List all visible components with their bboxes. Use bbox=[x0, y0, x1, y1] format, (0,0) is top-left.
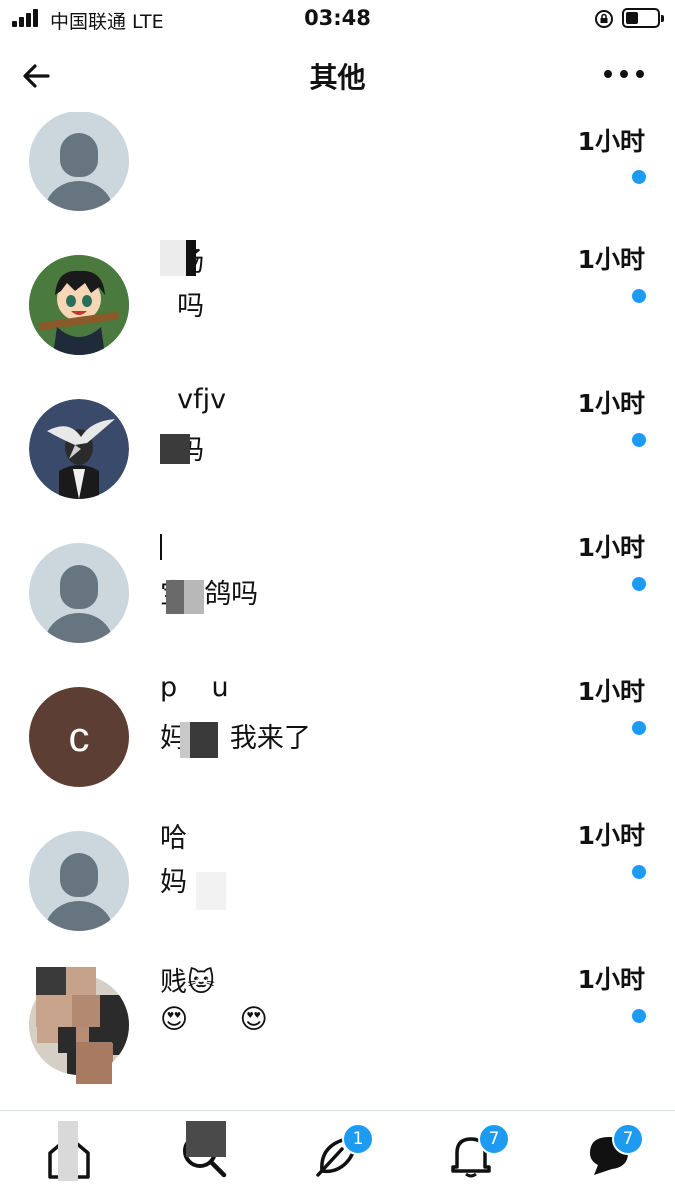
unread-dot bbox=[632, 1009, 646, 1023]
conversation-row[interactable]: 贱🐱 😍 😍 1小时 bbox=[0, 930, 675, 1084]
status-time: 03:48 bbox=[304, 6, 371, 30]
conversation-row[interactable]: 宝 鸽吗 1小时 bbox=[0, 498, 675, 643]
tab-messages[interactable]: 7 bbox=[584, 1123, 644, 1179]
conversation-row[interactable]: c p u 妈 我来了 1小时 bbox=[0, 642, 675, 787]
unread-dot bbox=[632, 289, 646, 303]
conversation-row[interactable]: 1小时 bbox=[0, 112, 675, 211]
spaces-badge: 1 bbox=[342, 1123, 374, 1155]
unread-dot bbox=[632, 577, 646, 591]
redaction-block bbox=[76, 1042, 112, 1084]
redaction-block bbox=[160, 240, 186, 276]
conversation-time: 1小时 bbox=[577, 533, 645, 562]
redaction-block bbox=[36, 967, 66, 995]
redaction-block bbox=[66, 967, 96, 995]
conversation-name: p u bbox=[160, 672, 229, 703]
unread-dot bbox=[632, 433, 646, 447]
avatar[interactable] bbox=[29, 831, 129, 931]
conversation-row[interactable]: 哈 妈 1小时 bbox=[0, 786, 675, 931]
unread-dot bbox=[632, 865, 646, 879]
conversation-preview: 吗 bbox=[160, 291, 205, 322]
tab-notifications[interactable]: 7 bbox=[446, 1123, 510, 1179]
avatar[interactable] bbox=[29, 543, 129, 643]
redaction-block bbox=[196, 872, 226, 910]
conversation-time: 1小时 bbox=[577, 127, 645, 156]
redaction-block bbox=[186, 240, 196, 276]
conversation-preview: 😍 😍 bbox=[160, 1004, 268, 1035]
tab-spaces[interactable]: 1 bbox=[312, 1123, 374, 1179]
unread-dot bbox=[632, 721, 646, 735]
redaction-block bbox=[166, 580, 184, 614]
redaction-block bbox=[72, 995, 100, 1027]
conversation-time: 1小时 bbox=[577, 389, 645, 418]
page-title: 其他 bbox=[309, 61, 366, 94]
avatar[interactable]: c bbox=[29, 687, 129, 787]
messages-badge: 7 bbox=[612, 1123, 644, 1155]
avatar[interactable] bbox=[29, 255, 129, 355]
more-button[interactable] bbox=[604, 68, 644, 82]
unread-dot bbox=[632, 170, 646, 184]
redaction-block bbox=[36, 995, 72, 1027]
conversation-row[interactable]: 扬 吗 1小时 bbox=[0, 210, 675, 355]
conversation-time: 1小时 bbox=[577, 965, 645, 994]
conversation-list: 1小时 扬 吗 1小时 bbox=[0, 112, 675, 1110]
status-bar: 中国联通 LTE 03:48 bbox=[0, 0, 675, 38]
redaction-block bbox=[160, 534, 162, 560]
rotation-lock-icon bbox=[595, 10, 613, 28]
conversation-time: 1小时 bbox=[577, 821, 645, 850]
conversation-time: 1小时 bbox=[577, 677, 645, 706]
conversation-preview: 妈 bbox=[160, 867, 187, 898]
redaction-block bbox=[184, 580, 204, 614]
redaction-block bbox=[160, 434, 190, 464]
tab-bar: 1 7 7 bbox=[0, 1110, 675, 1201]
conversation-name: 贱🐱 bbox=[160, 967, 216, 998]
redaction-block bbox=[58, 1027, 76, 1053]
avatar[interactable] bbox=[29, 399, 129, 499]
redaction-block bbox=[186, 1121, 226, 1157]
conversation-row[interactable]: vfjv 吗 1小时 bbox=[0, 354, 675, 499]
conversation-name: 哈 bbox=[160, 823, 187, 854]
conversation-name: vfjv bbox=[160, 384, 227, 415]
conversation-time: 1小时 bbox=[577, 245, 645, 274]
notifications-badge: 7 bbox=[478, 1123, 510, 1155]
avatar[interactable] bbox=[29, 112, 129, 211]
redaction-block bbox=[58, 1121, 78, 1181]
header: 其他 bbox=[0, 38, 675, 112]
battery-icon bbox=[622, 8, 664, 28]
redaction-block bbox=[190, 722, 218, 758]
